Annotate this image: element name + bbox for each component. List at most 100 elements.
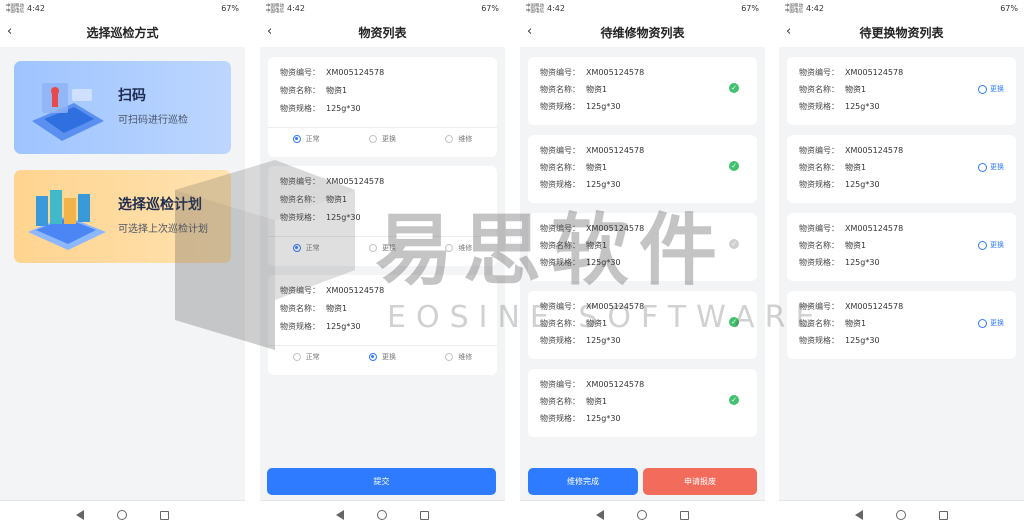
- material-name: 物资名称： 物资1: [540, 85, 608, 94]
- chevron-left-icon[interactable]: ‹: [786, 25, 791, 38]
- check-circle-icon[interactable]: ✓: [729, 161, 739, 171]
- system-nav-bar: [260, 500, 505, 529]
- plan-mode-subtitle: 可选择上次巡检计划: [118, 224, 208, 235]
- material-name: 物资名称： 物资1: [799, 163, 867, 172]
- chevron-left-icon[interactable]: ‹: [267, 25, 272, 38]
- status-time: 4:42: [27, 4, 45, 13]
- nav-home-icon[interactable]: [116, 510, 127, 520]
- carrier-text: 中国移动 中国电信: [785, 3, 803, 14]
- nav-bar: ‹ 物资列表: [260, 17, 505, 47]
- status-time: 4:42: [806, 4, 824, 13]
- replace-button[interactable]: 更换: [978, 84, 1004, 94]
- status-bar: 中国移动 中国电信 4:42 67%: [520, 0, 765, 17]
- material-name: 物资名称： 物资1: [280, 195, 348, 204]
- apply-scrap-button[interactable]: 申请报废: [643, 468, 757, 495]
- material-code: 物资编号： XM005124578: [540, 302, 645, 311]
- system-nav-bar: [0, 500, 245, 529]
- submit-button[interactable]: 提交: [267, 468, 496, 495]
- status-radio-group: 正常 更换 维修: [268, 236, 497, 256]
- material-spec: 物资规格： 125g*30: [280, 104, 361, 113]
- radio-repair[interactable]: 维修: [445, 243, 472, 253]
- radio-repair[interactable]: 维修: [445, 352, 472, 362]
- material-card: 物资编号： XM005124578 物资名称： 物资1 物资规格： 125g*30 正…: [268, 275, 497, 375]
- repair-item-card[interactable]: 物资编号： XM005124578 物资名称： 物资1 物资规格： 125g*30 ✓: [528, 135, 757, 203]
- chevron-left-icon[interactable]: ‹: [7, 25, 12, 38]
- status-bar: 中国移动 中国电信 4:42 67%: [0, 0, 245, 17]
- repair-item-card[interactable]: 物资编号： XM005124578 物资名称： 物资1 物资规格： 125g*30 ✓: [528, 291, 757, 359]
- plan-mode-title: 选择巡检计划: [118, 197, 202, 213]
- material-name: 物资名称： 物资1: [540, 163, 608, 172]
- replace-item-card: 物资编号： XM005124578 物资名称： 物资1 物资规格： 125g*30 更…: [787, 213, 1016, 281]
- nav-back-icon[interactable]: [596, 510, 605, 520]
- radio-replace[interactable]: 更换: [368, 352, 396, 362]
- phone-scan-illustration: [32, 83, 104, 141]
- status-bar: 中国移动 中国电信 4:42 67%: [779, 0, 1024, 17]
- refresh-icon: [978, 162, 987, 172]
- status-time: 4:42: [287, 4, 305, 13]
- page-title: 待维修物资列表: [600, 25, 685, 40]
- material-code: 物资编号： XM005124578: [540, 224, 645, 233]
- material-name: 物资名称： 物资1: [280, 86, 348, 95]
- battery-level: 67%: [741, 4, 759, 13]
- nav-recent-icon[interactable]: [938, 510, 948, 520]
- repair-done-button[interactable]: 维修完成: [528, 468, 638, 495]
- plan-mode-card[interactable]: 选择巡检计划 可选择上次巡检计划: [14, 170, 231, 263]
- nav-home-icon[interactable]: [376, 510, 387, 520]
- page-title: 待更换物资列表: [859, 25, 944, 40]
- material-code: 物资编号： XM005124578: [799, 224, 904, 233]
- material-spec: 物资规格： 125g*30: [540, 258, 621, 267]
- check-circle-icon[interactable]: ✓: [729, 395, 739, 405]
- nav-back-icon[interactable]: [76, 510, 85, 520]
- repair-item-card[interactable]: 物资编号： XM005124578 物资名称： 物资1 物资规格： 125g*30 ✓: [528, 57, 757, 125]
- radio-repair[interactable]: 维修: [445, 134, 472, 144]
- material-code: 物资编号： XM005124578: [540, 68, 645, 77]
- nav-recent-icon[interactable]: [419, 510, 429, 520]
- nav-home-icon[interactable]: [895, 510, 906, 520]
- server-stack-illustration: [28, 190, 106, 250]
- nav-back-icon[interactable]: [336, 510, 345, 520]
- material-spec: 物资规格： 125g*30: [799, 180, 880, 189]
- material-name: 物资名称： 物资1: [540, 397, 608, 406]
- replace-button[interactable]: 更换: [978, 318, 1004, 328]
- radio-normal[interactable]: 正常: [292, 352, 320, 362]
- material-code: 物资编号： XM005124578: [799, 68, 904, 77]
- material-spec: 物资规格： 125g*30: [540, 414, 621, 423]
- material-spec: 物资规格： 125g*30: [799, 336, 880, 345]
- check-circle-icon[interactable]: ✓: [729, 239, 739, 249]
- material-code: 物资编号： XM005124578: [280, 286, 385, 295]
- system-nav-bar: [779, 500, 1024, 529]
- carrier-text: 中国移动 中国电信: [6, 3, 24, 14]
- screen-material-list: 中国移动 中国电信 4:42 67% ‹ 物资列表 物资编号： XM005124578…: [260, 0, 505, 529]
- scan-mode-subtitle: 可扫码进行巡检: [118, 115, 188, 126]
- radio-replace[interactable]: 更换: [368, 243, 396, 253]
- battery-level: 67%: [481, 4, 499, 13]
- material-code: 物资编号： XM005124578: [280, 68, 385, 77]
- material-spec: 物资规格： 125g*30: [280, 322, 361, 331]
- nav-home-icon[interactable]: [636, 510, 647, 520]
- repair-item-card[interactable]: 物资编号： XM005124578 物资名称： 物资1 物资规格： 125g*30 ✓: [528, 369, 757, 437]
- replace-button[interactable]: 更换: [978, 240, 1004, 250]
- status-radio-group: 正常 更换 维修: [268, 345, 497, 365]
- scan-mode-card[interactable]: 扫码 可扫码进行巡检: [14, 61, 231, 154]
- refresh-icon: [978, 318, 987, 328]
- nav-back-icon[interactable]: [855, 510, 864, 520]
- nav-recent-icon[interactable]: [679, 510, 689, 520]
- check-circle-icon[interactable]: ✓: [729, 83, 739, 93]
- carrier-text: 中国移动 中国电信: [526, 3, 544, 14]
- nav-recent-icon[interactable]: [159, 510, 169, 520]
- replace-button[interactable]: 更换: [978, 162, 1004, 172]
- material-spec: 物资规格： 125g*30: [799, 102, 880, 111]
- material-spec: 物资规格： 125g*30: [540, 180, 621, 189]
- chevron-left-icon[interactable]: ‹: [527, 25, 532, 38]
- material-name: 物资名称： 物资1: [540, 241, 608, 250]
- screen-select-inspection-mode: 中国移动 中国电信 4:42 67% ‹ 选择巡检方式 扫码 可扫码进行巡检 选择巡…: [0, 0, 245, 529]
- radio-replace[interactable]: 更换: [368, 134, 396, 144]
- radio-normal[interactable]: 正常: [292, 243, 320, 253]
- radio-normal[interactable]: 正常: [292, 134, 320, 144]
- check-circle-icon[interactable]: ✓: [729, 317, 739, 327]
- repair-item-card[interactable]: 物资编号： XM005124578 物资名称： 物资1 物资规格： 125g*30 ✓: [528, 213, 757, 281]
- refresh-icon: [978, 84, 987, 94]
- material-code: 物资编号： XM005124578: [280, 177, 385, 186]
- page-title: 选择巡检方式: [86, 25, 159, 40]
- system-nav-bar: [520, 500, 765, 529]
